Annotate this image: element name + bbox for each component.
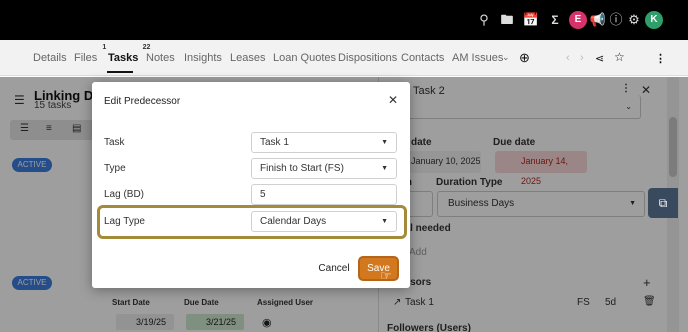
- pointer-cursor-icon: ☞: [380, 268, 392, 283]
- active-tab-indicator: [107, 71, 133, 73]
- caret-down-icon: ▼: [381, 139, 388, 146]
- chevron-down-icon[interactable]: ⌄: [502, 52, 510, 63]
- chevron-right-icon[interactable]: ›: [580, 52, 584, 64]
- tab-tasks-badge: 22: [142, 44, 151, 51]
- avatar-e[interactable]: E: [569, 11, 587, 29]
- task-label: Task: [104, 137, 125, 148]
- task-select[interactable]: Task 1 ▼: [251, 132, 397, 153]
- calendar-icon[interactable]: 📅: [522, 11, 540, 29]
- sigma-icon[interactable]: Σ: [546, 11, 564, 29]
- tab-loan-quotes[interactable]: Loan Quotes: [273, 52, 336, 64]
- help-icon[interactable]: ⓘ: [607, 11, 625, 29]
- lag-type-label: Lag Type: [104, 216, 145, 227]
- dialog-title: Edit Predecessor: [104, 96, 181, 107]
- tab-notes[interactable]: Notes: [146, 52, 175, 64]
- tab-files[interactable]: Files 1: [74, 44, 106, 64]
- avatar-k[interactable]: K: [645, 11, 663, 29]
- lag-type-select[interactable]: Calendar Days ▼: [251, 211, 397, 232]
- type-select[interactable]: Finish to Start (FS) ▼: [251, 158, 397, 179]
- tab-files-badge: 1: [102, 44, 107, 51]
- lag-label: Lag (BD): [104, 189, 145, 200]
- tab-leases[interactable]: Leases: [230, 52, 265, 64]
- tab-tasks[interactable]: Tasks 22: [108, 44, 150, 64]
- lag-input[interactable]: 5: [251, 184, 397, 205]
- side-panel-toggle-icon[interactable]: ⧉: [648, 188, 678, 218]
- more-vert-icon[interactable]: ⋮: [655, 52, 666, 65]
- type-label: Type: [104, 163, 126, 174]
- add-circle-icon[interactable]: ⊕: [519, 50, 530, 66]
- tab-insights[interactable]: Insights: [184, 52, 222, 64]
- tabs-bar: Details Files 1 Tasks 22 Notes Insights Le…: [0, 40, 688, 107]
- close-icon[interactable]: ✕: [388, 93, 398, 107]
- share-icon[interactable]: ⋖: [595, 52, 604, 65]
- folder-icon[interactable]: 🖿: [498, 11, 516, 29]
- gear-icon[interactable]: ⚙: [625, 11, 643, 29]
- cancel-button[interactable]: Cancel: [312, 259, 356, 279]
- search-icon[interactable]: ⚲: [475, 11, 493, 29]
- tab-contacts[interactable]: Contacts: [401, 52, 444, 64]
- edit-predecessor-dialog: Edit Predecessor ✕ Task Task 1 ▼ Type Fin…: [92, 82, 410, 288]
- star-icon[interactable]: ☆: [614, 50, 625, 64]
- top-bar: ⚲ 🖿 📅 Σ E 📢 ⓘ ⚙ K: [0, 0, 688, 40]
- caret-down-icon: ▼: [381, 165, 388, 172]
- chevron-left-icon[interactable]: ‹: [566, 52, 570, 64]
- caret-down-icon: ▼: [381, 218, 388, 225]
- megaphone-icon[interactable]: 📢: [589, 11, 607, 29]
- tab-dispositions[interactable]: Dispositions: [338, 52, 397, 64]
- tab-details[interactable]: Details: [33, 52, 67, 64]
- tab-am-issues[interactable]: AM Issues: [452, 52, 503, 64]
